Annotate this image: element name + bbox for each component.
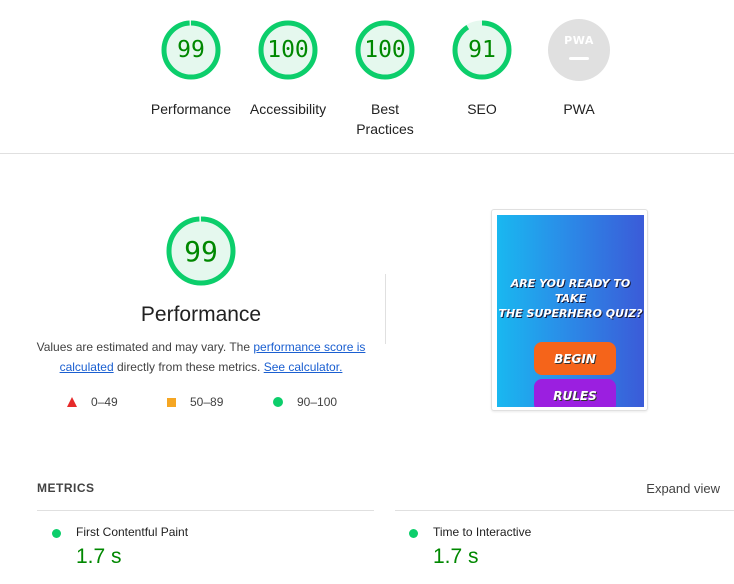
legend-pass: 90–100 bbox=[273, 395, 337, 409]
pass-circle-icon bbox=[52, 529, 61, 538]
score-gauge: 91 bbox=[451, 19, 513, 81]
quiz-heading-line: THE SUPERHERO QUIZ? bbox=[498, 307, 643, 320]
score-value: 100 bbox=[267, 37, 309, 63]
legend-range: 0–49 bbox=[91, 395, 118, 409]
pwa-badge-icon: PWA bbox=[548, 19, 610, 81]
circle-icon bbox=[273, 397, 283, 407]
calculator-link[interactable]: See calculator. bbox=[264, 360, 343, 374]
category-best-practices[interactable]: 100 Best Practices bbox=[341, 19, 429, 139]
square-icon bbox=[167, 397, 176, 407]
pass-circle-icon bbox=[409, 529, 418, 538]
performance-title: Performance bbox=[140, 303, 262, 326]
performance-gauge: 99 bbox=[165, 215, 237, 287]
category-performance[interactable]: 99 Performance bbox=[147, 19, 235, 119]
score-gauge: 100 bbox=[354, 19, 416, 81]
pwa-badge-text: PWA bbox=[564, 34, 594, 47]
vertical-divider bbox=[385, 274, 386, 344]
category-label: Performance bbox=[150, 101, 232, 117]
score-value: 91 bbox=[468, 37, 496, 63]
final-screenshot[interactable]: ARE YOU READY TO TAKE THE SUPERHERO QUIZ… bbox=[491, 209, 648, 411]
triangle-icon bbox=[67, 397, 77, 407]
legend-range: 90–100 bbox=[297, 395, 338, 409]
metrics-divider bbox=[395, 510, 734, 511]
category-accessibility[interactable]: 100 Accessibility bbox=[244, 19, 332, 119]
legend-fail: 0–49 bbox=[67, 395, 118, 409]
quiz-heading: ARE YOU READY TO TAKE THE SUPERHERO QUIZ… bbox=[497, 276, 644, 321]
quiz-heading-line: TAKE bbox=[554, 292, 587, 305]
desc-text: directly from these metrics. bbox=[113, 360, 264, 374]
begin-button: BEGIN bbox=[534, 342, 616, 375]
category-label: Best Practices bbox=[356, 101, 414, 137]
metrics-divider bbox=[37, 510, 374, 511]
rules-button: RULES bbox=[534, 379, 616, 407]
category-pwa[interactable]: PWA PWA bbox=[535, 19, 623, 119]
performance-score: 99 bbox=[184, 234, 218, 268]
score-value: 100 bbox=[364, 37, 406, 63]
metric-value: 1.7 s bbox=[76, 545, 122, 568]
score-value: 99 bbox=[177, 37, 205, 63]
metric-name: First Contentful Paint bbox=[76, 525, 189, 539]
metrics-heading: METRICS bbox=[37, 481, 95, 495]
pwa-dash bbox=[569, 57, 589, 60]
performance-description: Values are estimated and may vary. The p… bbox=[36, 337, 366, 377]
category-seo[interactable]: 91 SEO bbox=[438, 19, 526, 119]
metric-name: Time to Interactive bbox=[433, 525, 532, 539]
score-gauge: 100 bbox=[257, 19, 319, 81]
score-gauge: 99 bbox=[160, 19, 222, 81]
screenshot-image: ARE YOU READY TO TAKE THE SUPERHERO QUIZ… bbox=[497, 215, 644, 407]
expand-view-toggle[interactable]: Expand view bbox=[646, 481, 720, 496]
category-label: SEO bbox=[467, 101, 497, 117]
legend-range: 50–89 bbox=[190, 395, 224, 409]
desc-text: Values are estimated and may vary. The bbox=[36, 340, 254, 354]
legend-average: 50–89 bbox=[167, 395, 223, 409]
category-label: Accessibility bbox=[249, 101, 327, 117]
metric-value: 1.7 s bbox=[433, 545, 479, 568]
section-divider bbox=[0, 153, 734, 154]
quiz-heading-line: ARE YOU READY TO bbox=[510, 277, 631, 290]
category-label: PWA bbox=[563, 101, 595, 117]
